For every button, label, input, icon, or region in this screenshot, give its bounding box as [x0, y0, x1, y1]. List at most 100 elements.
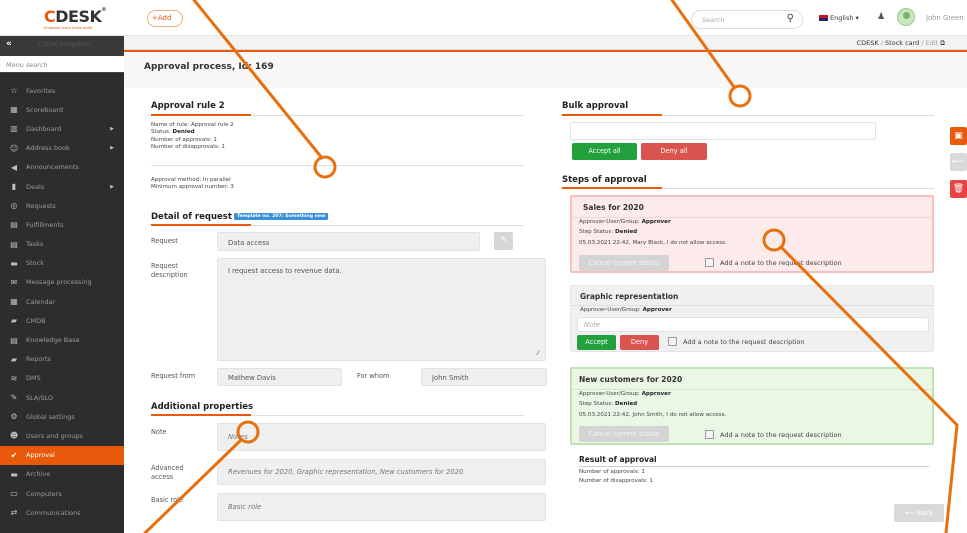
top-bar: CDESK® Empower work-make profit +Add Sea… [0, 0, 967, 36]
description-label: Request description [151, 262, 188, 280]
tasks-icon: ▤ [10, 239, 18, 249]
collapse-icon[interactable]: « [6, 39, 12, 49]
approver-label: Approver-User/Group: [579, 219, 640, 225]
main-content: Approval rule 2 Name of rule: Approval r… [124, 88, 950, 533]
sidebar-item-stock[interactable]: ▬ Stock [0, 254, 124, 273]
search-placeholder: Search [702, 16, 725, 24]
add-button[interactable]: +Add [147, 10, 183, 27]
sidebar-item-communications[interactable]: ⇄ Communications [0, 503, 124, 522]
add-note-checkbox[interactable] [668, 337, 677, 346]
approver-label: Approver-User/Group: [580, 307, 641, 313]
chevron-right-icon: ▶ [110, 183, 114, 190]
search-icon[interactable]: ⚲ [787, 13, 794, 24]
sidebar-item-approval[interactable]: ✔ Approval [0, 445, 124, 465]
sidebar-item-global-settings[interactable]: ⚙ Global settings [0, 407, 124, 426]
edit-request-icon[interactable]: ✎ [494, 232, 513, 250]
request-from-field[interactable]: Mathew Davis [217, 368, 342, 386]
sidebar-item-label: SLA/SLO [26, 393, 54, 402]
accept-all-button[interactable]: Accept all [572, 143, 637, 160]
breadcrumb-root[interactable]: CDESK [857, 39, 879, 47]
note-field[interactable]: Notes [217, 423, 546, 451]
resize-handle-icon[interactable]: ⁄⁄ [537, 350, 539, 357]
sidebar-item-deals[interactable]: ▮ Deals ▶ [0, 177, 124, 196]
accept-button[interactable]: Accept [577, 335, 616, 350]
deny-all-button[interactable]: Deny all [641, 143, 707, 160]
sidebar-header: « CDESK navigation [0, 36, 124, 56]
advanced-access-field[interactable]: Revenues for 2020, Graphic representatio… [217, 459, 546, 485]
back-button[interactable]: ⟵ Back [894, 504, 944, 522]
user-name[interactable]: John Green [926, 14, 964, 22]
for-whom-value: John Smith [432, 374, 469, 382]
section-underline [562, 187, 662, 189]
request-label: Request [151, 237, 178, 245]
breadcrumb-edit[interactable]: Edit [926, 39, 939, 47]
bulk-note-input[interactable] [570, 122, 876, 140]
sidebar-item-scoreboard[interactable]: ▦ Scoreboard [0, 100, 124, 119]
breadcrumb-page[interactable]: Stock card [885, 39, 919, 47]
search-input[interactable]: Search ⚲ [691, 10, 803, 29]
rule-method-info: Approval method: In parallel Minimum app… [151, 177, 234, 192]
deny-button[interactable]: Deny [620, 335, 659, 350]
basic-role-label: Basic role [151, 496, 184, 504]
back-tool-icon[interactable]: ⟵ [950, 153, 967, 171]
sidebar-item-sla-slo[interactable]: ✎ SLA/SLO [0, 388, 124, 407]
menu-search-input[interactable]: Menu search [0, 56, 124, 73]
sidebar-item-label: Computers [26, 489, 62, 498]
for-whom-label: For whom [357, 372, 390, 380]
chevron-right-icon: ▶ [110, 125, 114, 132]
folder-icon: ▰ [10, 316, 18, 326]
sidebar-item-tasks[interactable]: ▤ Tasks [0, 235, 124, 254]
calendar-icon: ▦ [10, 297, 18, 307]
sidebar-item-dms[interactable]: ≋ DMS [0, 369, 124, 388]
menu-search-placeholder: Menu search [6, 61, 48, 69]
detail-of-request-title: Detail of request [151, 212, 232, 222]
avatar[interactable] [897, 8, 915, 26]
sidebar-item-announcements[interactable]: ◀ Announcements [0, 158, 124, 177]
for-whom-field[interactable]: John Smith [421, 368, 547, 386]
delete-icon[interactable]: 🗑 [950, 180, 967, 198]
sidebar-item-address-book[interactable]: ☺ Address book ▶ [0, 139, 124, 158]
sidebar-item-label: Global settings [26, 412, 75, 421]
approver-label: Approver-User/Group: [579, 391, 640, 397]
advanced-access-label: Advanced access [151, 464, 184, 482]
sidebar-item-label: Deals [26, 182, 45, 191]
description-textarea[interactable]: I request access to revenue data. [217, 258, 546, 361]
external-link-icon[interactable]: ⧉ [940, 39, 945, 47]
add-note-checkbox[interactable] [705, 258, 714, 267]
add-note-checkbox[interactable] [705, 430, 714, 439]
request-field[interactable]: Data access [217, 232, 480, 251]
sidebar-item-knowledge-base[interactable]: ▤ Knowledge Base [0, 330, 124, 349]
sidebar-item-favorites[interactable]: ☆ Favorites [0, 81, 124, 100]
step-history: 05.03.2021 22:42, John Smith, I do not a… [579, 411, 727, 418]
sidebar-item-requests[interactable]: ◎ Requests [0, 196, 124, 215]
sidebar-item-users-and-groups[interactable]: ☻ Users and groups [0, 426, 124, 445]
sidebar-item-label: CMDB [26, 316, 46, 325]
card-divider [572, 389, 932, 390]
notification-icon[interactable]: ♟ [877, 12, 885, 22]
sidebar-item-label: Archive [26, 470, 51, 479]
description-value: I request access to revenue data. [228, 267, 342, 275]
note-label: Note [151, 428, 167, 436]
result-divider [579, 466, 929, 467]
sidebar: « CDESK navigation Menu search ☆ Favorite… [0, 36, 124, 533]
language-selector[interactable]: English ▾ [819, 14, 859, 22]
sidebar-item-computers[interactable]: ▭ Computers [0, 484, 124, 503]
sidebar-item-cmdb[interactable]: ▰ CMDB [0, 311, 124, 330]
step-note-input[interactable]: Note [577, 317, 929, 332]
sidebar-item-calendar[interactable]: ▦ Calendar [0, 292, 124, 311]
sidebar-item-archive[interactable]: ▬ Archive [0, 465, 124, 484]
basic-role-field[interactable]: Basic role [217, 493, 546, 521]
sidebar-item-message-processing[interactable]: ✉ Message processing [0, 273, 124, 292]
approval-rule-title: Approval rule 2 [151, 101, 225, 111]
fulfillments-icon: ▤ [10, 220, 18, 230]
cdesk-logo[interactable]: CDESK® Empower work-make profit [44, 7, 106, 30]
section-underline [151, 114, 251, 116]
sidebar-item-dashboard[interactable]: ▥ Dashboard ▶ [0, 119, 124, 138]
cancel-status-button[interactable]: Cancel current status [579, 255, 669, 271]
save-icon[interactable]: ▣ [950, 127, 967, 145]
basic-role-value: Basic role [228, 503, 262, 511]
cancel-status-button[interactable]: Cancel current status [579, 426, 669, 442]
sidebar-item-fulfillments[interactable]: ▤ Fulfillments [0, 215, 124, 234]
sidebar-item-label: Approval [26, 451, 55, 460]
sidebar-item-reports[interactable]: ▰ Reports [0, 350, 124, 369]
